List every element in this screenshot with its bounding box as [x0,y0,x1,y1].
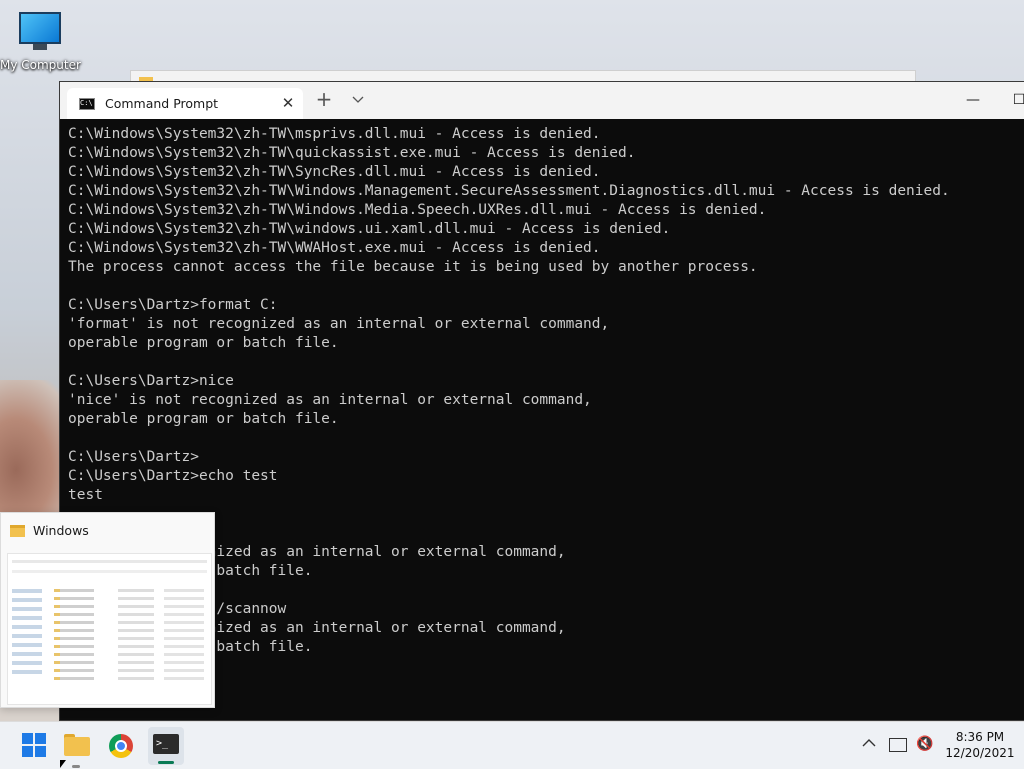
chevron-down-icon[interactable] [346,88,370,112]
close-tab-icon[interactable]: ✕ [277,92,299,114]
console-line: C:\Users\Dartz> [68,449,199,465]
windows-start-icon[interactable] [20,731,50,761]
preview-image [7,553,212,705]
console-line: The process cannot access the file becau… [68,259,758,275]
clock-time: 8:36 PM [955,730,1005,744]
terminal-icon[interactable]: >_ [148,727,184,765]
clock[interactable]: 8:36 PM 12/20/2021 [940,729,1020,761]
console-line: test [68,487,103,503]
console-line: 'format' is not recognized as an interna… [68,316,610,332]
maximize-button[interactable]: ☐ [996,82,1024,119]
file-explorer-icon[interactable] [62,731,92,761]
console-line: C:\Windows\System32\zh-TW\SyncRes.dll.mu… [68,164,601,180]
clock-date: 12/20/2021 [945,746,1015,760]
console-line: operable program or batch file. [68,335,339,351]
monitor-icon [19,12,61,44]
taskbar: >_ 🔇 8:36 PM 12/20/2021 [0,721,1024,769]
console-line: C:\Users\Dartz>format C: [68,297,278,313]
desktop-icon-label: My Computer [0,58,81,72]
monitor-stand [33,44,47,50]
console-line: C:\Windows\System32\zh-TW\windows.ui.xam… [68,221,671,237]
chrome-icon[interactable] [106,731,136,761]
console-line: C:\Windows\System32\zh-TW\Windows.Media.… [68,202,767,218]
console-line: C:\Windows\System32\zh-TW\Windows.Manage… [68,183,950,199]
network-icon[interactable] [889,738,907,752]
new-tab-button[interactable]: + [312,88,336,112]
chevron-up-icon[interactable] [862,736,876,754]
explorer-preview-thumbnail[interactable]: Windows [0,512,215,708]
cmd-icon: C:\ [79,98,95,110]
tab-title: Command Prompt [105,96,219,111]
desktop-icon-my-computer[interactable]: My Computer [0,8,81,72]
console-line: C:\Users\Dartz>echo test [68,468,278,484]
console-line: C:\Windows\System32\zh-TW\quickassist.ex… [68,145,636,161]
active-indicator [158,761,174,764]
folder-icon [10,525,25,537]
tab-command-prompt[interactable]: C:\ Command Prompt ✕ [67,88,303,119]
console-line: operable program or batch file. [68,411,339,427]
mouse-cursor [60,760,66,768]
speaker-muted-icon[interactable]: 🔇 [916,736,933,752]
title-bar[interactable]: C:\ Command Prompt ✕ + — ☐ [60,82,1024,119]
console-line: C:\Windows\System32\zh-TW\msprivs.dll.mu… [68,126,601,142]
minimize-button[interactable]: — [950,82,996,119]
console-line: C:\Windows\System32\zh-TW\WWAHost.exe.mu… [68,240,601,256]
preview-title: Windows [33,523,89,538]
console-line: 'nice' is not recognized as an internal … [68,392,592,408]
console-line: C:\Users\Dartz>nice [68,373,234,389]
